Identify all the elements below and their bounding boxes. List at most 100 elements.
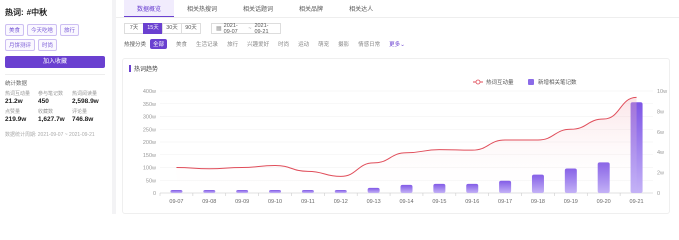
x-tick-label: 09-17 — [498, 199, 512, 205]
range-30d-button[interactable]: 30天 — [162, 23, 182, 34]
topic-sidebar: 热词: #中秋 美食 今天吃啥 旅行 月饼测评 时尚 加入收藏 统计数据 热词互… — [0, 0, 110, 214]
date-end: 2021-09-21 — [254, 22, 269, 35]
more-label: 更多 — [389, 42, 401, 48]
y-left-tick-label: 150w — [143, 153, 156, 159]
x-tick-label: 09-11 — [301, 199, 315, 205]
join-favorite-button[interactable]: 加入收藏 — [5, 56, 105, 68]
stat-item: 热词互动量 21.2w — [5, 90, 38, 105]
category-item[interactable]: 运动 — [298, 40, 309, 48]
category-more-button[interactable]: 更多⌄ — [389, 40, 405, 48]
stat-item: 收藏数 1,627.7w — [38, 108, 72, 123]
topic-header: 热词: #中秋 — [5, 7, 105, 18]
tab-overview[interactable]: 数据概览 — [124, 0, 175, 17]
line-area-fill — [176, 97, 637, 193]
y-right-tick-label: 8w — [657, 109, 664, 115]
topic-tags: 美食 今天吃啥 旅行 月饼测评 时尚 — [5, 24, 105, 51]
x-tick-label: 09-20 — [597, 199, 611, 205]
y-left-tick-label: 300w — [143, 115, 156, 121]
category-item[interactable]: 情感日常 — [358, 40, 380, 48]
stat-value: 746.8w — [72, 116, 94, 123]
category-item[interactable]: 萌宠 — [318, 40, 329, 48]
topic-name: #中秋 — [26, 8, 48, 17]
stat-label: 评论量 — [72, 109, 88, 115]
category-item[interactable]: 美食 — [176, 40, 187, 48]
trend-chart: 0 50w 100w 150w 200w 250w 300w 350w 400w 0 2w 4w 6w 8… — [143, 78, 667, 205]
tab-hot-search[interactable]: 相关热搜词 — [174, 0, 230, 17]
stats-grid: 热词互动量 21.2w 参与笔记数 450 热词阅读量 2,598.9w 点赞量 219… — [5, 90, 105, 123]
legend-line-marker — [475, 79, 481, 85]
stat-value: 1,627.7w — [38, 116, 65, 123]
topic-tag[interactable]: 美食 — [5, 24, 25, 36]
date-start: 2021-09-07 — [223, 22, 238, 35]
x-tick-label: 09-09 — [235, 199, 249, 205]
chart-title: 热词趋势 — [129, 64, 158, 73]
stats-range-note: 数据统计周期: 2021-09-07 ~ 2021-09-21 — [5, 132, 95, 138]
date-range-picker[interactable]: ▦ 2021-09-07 ~ 2021-09-21 — [211, 22, 281, 35]
stat-label: 热词阅读量 — [72, 91, 98, 97]
legend-bar-label: 新增相关笔记数 — [538, 78, 577, 86]
stat-item: 参与笔记数 450 — [38, 90, 72, 105]
x-tick-label: 09-19 — [564, 199, 578, 205]
y-left-tick-label: 200w — [143, 140, 156, 146]
stat-label: 收藏数 — [38, 109, 54, 115]
y-left-tick-label: 100w — [143, 166, 156, 172]
topic-tag[interactable]: 月饼测评 — [5, 39, 36, 51]
y-left-tick-label: 50w — [146, 178, 156, 184]
x-tick-label: 09-08 — [202, 199, 216, 205]
y-right-tick-label: 2w — [657, 171, 664, 177]
tab-brands[interactable]: 相关品牌 — [286, 0, 336, 17]
category-all[interactable]: 全部 — [150, 39, 168, 49]
divider — [5, 74, 105, 75]
range-90d-button[interactable]: 90天 — [181, 23, 201, 34]
tab-bar: 数据概览 相关热搜词 相关话题词 相关品牌 相关达人 — [116, 0, 679, 18]
category-item[interactable]: 时尚 — [278, 40, 289, 48]
topic-label: 热词: — [5, 8, 24, 17]
x-tick-label: 09-16 — [465, 199, 479, 205]
date-separator: ~ — [248, 25, 252, 32]
range-row: 7天 15天 30天 90天 ▦ 2021-09-07 ~ 2021-09-21 — [124, 22, 679, 35]
x-tick-label: 09-13 — [367, 199, 381, 205]
category-item[interactable]: 生活记录 — [196, 40, 218, 48]
x-tick-label: 09-14 — [399, 199, 413, 205]
category-filter: 热搜分类 全部 美食 生活记录 旅行 兴趣爱好 时尚 运动 萌宠 摄影 情感日常… — [124, 39, 679, 49]
app-root: 热词: #中秋 美食 今天吃啥 旅行 月饼测评 时尚 加入收藏 统计数据 热词互… — [0, 0, 679, 214]
legend-bar-swatch — [528, 79, 534, 85]
stats-title: 统计数据 — [5, 81, 28, 87]
y-left-tick-label: 400w — [143, 89, 156, 95]
legend-line-label: 热词互动量 — [486, 78, 514, 86]
tab-topics[interactable]: 相关话题词 — [230, 0, 286, 17]
tab-influencers[interactable]: 相关达人 — [336, 0, 386, 17]
topic-tag[interactable]: 旅行 — [60, 24, 80, 36]
title-accent-bar — [129, 65, 131, 72]
x-tick-label: 09-21 — [630, 199, 644, 205]
stat-item: 评论量 746.8w — [72, 108, 105, 123]
y-right-tick-label: 0 — [657, 191, 660, 197]
stat-label: 参与笔记数 — [38, 91, 64, 97]
stat-item: 热词阅读量 2,598.9w — [72, 90, 105, 105]
chevron-down-icon: ⌄ — [400, 42, 405, 48]
category-item[interactable]: 摄影 — [338, 40, 349, 48]
stat-value: 21.2w — [5, 98, 23, 105]
main-panel: 数据概览 相关热搜词 相关话题词 相关品牌 相关达人 7天 15天 30天 90… — [116, 0, 679, 214]
x-tick-label: 09-10 — [268, 199, 282, 205]
chart-title-text: 热词趋势 — [134, 67, 159, 73]
topic-tag[interactable]: 今天吃啥 — [27, 24, 58, 36]
topic-tag[interactable]: 时尚 — [38, 39, 58, 51]
category-item[interactable]: 旅行 — [227, 40, 238, 48]
y-left-tick-label: 250w — [143, 127, 156, 133]
stat-label: 点赞量 — [5, 109, 21, 115]
category-label: 热搜分类 — [124, 42, 147, 48]
stat-value: 2,598.9w — [72, 98, 99, 105]
range-7d-button[interactable]: 7天 — [124, 23, 144, 34]
x-tick-label: 09-07 — [169, 199, 183, 205]
y-right-tick-label: 6w — [657, 130, 664, 136]
range-15d-button[interactable]: 15天 — [143, 23, 163, 34]
trend-chart-card: 热词趋势 0 50w 100w 150w 200w 250w 300w 350w 400w 0 2w… — [122, 58, 670, 214]
y-left-tick-label: 0 — [153, 191, 156, 197]
y-right-tick-label: 10w — [657, 89, 667, 95]
x-tick-label: 09-18 — [531, 199, 545, 205]
category-item[interactable]: 兴趣爱好 — [247, 40, 269, 48]
stat-label: 热词互动量 — [5, 91, 31, 97]
x-tick-label: 09-15 — [432, 199, 446, 205]
y-right-tick-label: 4w — [657, 150, 664, 156]
